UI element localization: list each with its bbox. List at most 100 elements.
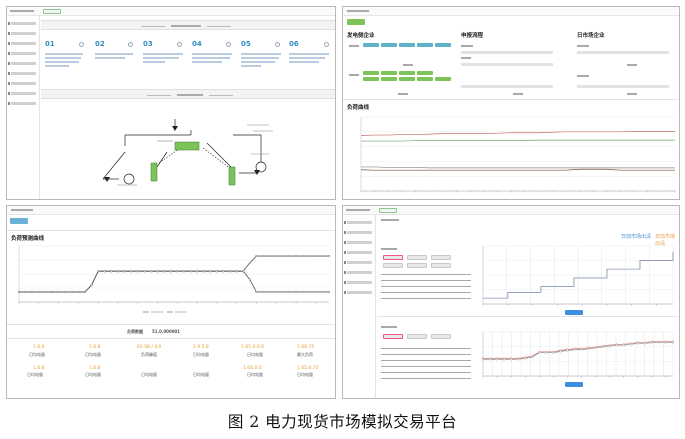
stat-value: 1.64.0.0	[243, 366, 262, 371]
data-point	[294, 290, 298, 294]
data-point	[552, 351, 555, 354]
data-point	[288, 290, 291, 294]
data-point	[182, 270, 185, 273]
data-point	[275, 290, 278, 294]
data-point	[103, 270, 106, 273]
data-point	[90, 284, 93, 287]
stat-value: 1.65.0.0.0	[241, 345, 264, 350]
data-point	[17, 290, 21, 294]
data-point	[202, 270, 205, 273]
series-line	[19, 270, 329, 293]
data-point	[31, 290, 34, 294]
data-point	[275, 254, 278, 258]
stat-label: 日均电量	[297, 372, 313, 377]
data-point	[288, 254, 291, 258]
data-point	[169, 270, 172, 273]
data-point	[559, 350, 562, 353]
data-point	[314, 254, 317, 258]
data-point	[248, 261, 251, 264]
stat-label: 负荷峰值	[141, 352, 157, 357]
data-point	[116, 270, 120, 273]
confirm-button[interactable]	[565, 382, 583, 387]
data-point	[215, 270, 218, 273]
data-point	[566, 349, 569, 352]
data-point	[495, 358, 499, 361]
stat-value: 1.6.8	[89, 366, 101, 371]
data-point	[77, 290, 80, 294]
bidding-line-chart	[360, 116, 676, 193]
summary-label: 负荷数据	[127, 329, 143, 334]
data-point	[321, 290, 324, 294]
data-point	[488, 358, 492, 361]
data-point	[255, 254, 258, 258]
stat-value: 1.9.5.8	[193, 345, 209, 350]
data-point	[481, 358, 485, 361]
data-point	[503, 358, 506, 361]
data-point	[301, 290, 304, 294]
data-point	[671, 341, 675, 344]
data-point	[308, 254, 311, 258]
data-point	[281, 254, 284, 258]
generator-icon	[123, 173, 135, 185]
data-point	[615, 344, 618, 347]
stat-label: 日均电量	[27, 372, 43, 377]
data-point	[24, 290, 27, 294]
load-arrow-icon	[172, 126, 178, 131]
stat-label: 最大负荷	[297, 352, 313, 357]
figure-caption: 图 2 电力现货市场模拟交易平台	[227, 413, 458, 431]
data-point	[327, 254, 331, 258]
stat-label: 日均电量	[193, 372, 209, 377]
data-point	[130, 270, 133, 273]
data-point	[510, 358, 513, 361]
bus-node	[150, 162, 158, 182]
data-point	[622, 344, 625, 347]
data-point	[57, 290, 60, 294]
data-point	[261, 290, 265, 294]
data-point	[37, 290, 40, 294]
data-point	[601, 345, 604, 349]
bidding-panel: 发电侧企业 申报流程 日市场企业 负荷曲线	[342, 6, 680, 200]
data-point	[268, 290, 271, 294]
data-point	[50, 290, 54, 294]
series-line	[361, 139, 675, 142]
data-point	[143, 270, 146, 273]
summary-value: 51.0.000001	[152, 329, 181, 334]
stat-label: 日均电量	[141, 372, 157, 377]
load-line-chart	[17, 245, 331, 313]
data-point	[517, 358, 520, 361]
data-point	[321, 254, 324, 258]
data-point	[594, 346, 597, 349]
data-point	[327, 290, 331, 294]
bus-node	[174, 141, 200, 151]
data-point	[156, 270, 159, 273]
stat-value: 1.68.75	[297, 345, 315, 350]
load-curve-panel: 负荷预测曲线 负荷数据 51.0.000001 1.6.0 日均电量 1.6.8…	[6, 205, 336, 399]
load-arrow-icon	[254, 170, 260, 175]
data-point	[255, 290, 258, 294]
clearing-price-chart	[481, 331, 675, 378]
data-point	[531, 355, 534, 359]
stat-label: 日均电量	[85, 372, 101, 377]
load-arrow-icon	[104, 177, 110, 182]
market-process-panel: 01 02 03 04 05 06	[6, 6, 336, 200]
data-point	[97, 270, 100, 273]
data-point	[261, 254, 265, 258]
data-point	[608, 344, 611, 348]
stat-label: 日均电量	[85, 352, 101, 357]
series-line	[361, 166, 675, 169]
data-point	[538, 351, 541, 354]
data-point	[573, 348, 576, 351]
data-point	[123, 270, 126, 273]
data-point	[643, 342, 646, 345]
data-point	[44, 290, 47, 294]
data-point	[308, 290, 311, 294]
network-diagram	[102, 119, 273, 186]
stat-value: 1.6.0	[33, 345, 45, 350]
data-point	[587, 347, 590, 350]
data-point	[242, 270, 245, 273]
data-point	[110, 270, 113, 273]
data-point	[189, 270, 192, 273]
data-point	[629, 343, 632, 346]
data-point	[650, 341, 653, 344]
data-point	[664, 341, 668, 344]
